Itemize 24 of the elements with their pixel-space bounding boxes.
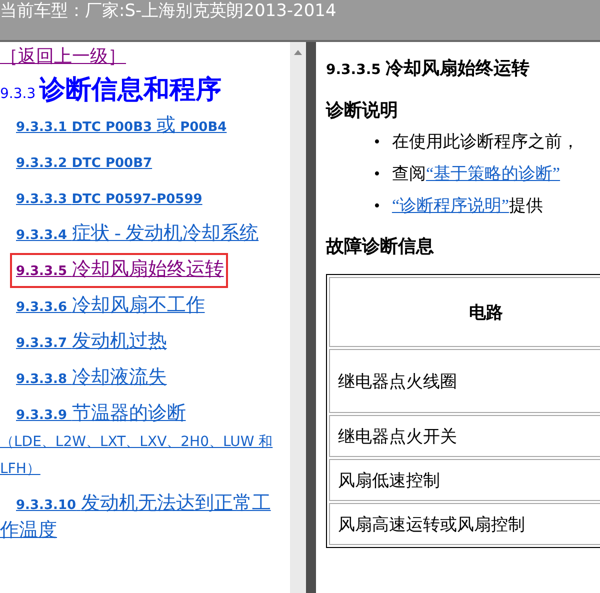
doc-link[interactable]: “诊断程序说明” [392, 196, 510, 215]
table-cell: 风扇高速运转或风扇控制 [329, 503, 600, 545]
table-cell: 风扇低速控制 [329, 459, 600, 501]
table-cell: 继电器点火开关 [329, 415, 600, 457]
bullet-marker: • [374, 131, 380, 153]
bullet-marker: • [374, 195, 380, 217]
scroll-up-icon[interactable] [294, 50, 302, 55]
bullet-marker: • [374, 163, 380, 185]
bullet-text: “诊断程序说明”提供 [392, 195, 544, 217]
window-title: 当前车型：厂家:S-上海别克英朗2013-2014 [0, 0, 336, 22]
nav-link[interactable]: 9.3.3.3 DTC P0597-P0599 [0, 185, 202, 212]
back-link[interactable]: ［返回上一级］ [0, 44, 126, 68]
table-header: 电路 [329, 277, 600, 347]
nav-link[interactable]: 9.3.3.1 DTC P00B3 或 P00B4 [0, 113, 227, 140]
bullet-text: 查阅“基于策略的诊断” [392, 163, 560, 185]
table-cell: 继电器点火线圈 [329, 349, 600, 413]
nav-link[interactable]: 9.3.3.2 DTC P00B7 [0, 149, 152, 176]
section-title: 故障诊断信息 [326, 235, 435, 258]
bullet-text: 在使用此诊断程序之前， [392, 131, 579, 153]
scrollbar[interactable] [290, 42, 306, 593]
section-heading: 9.3.3 诊断信息和程序 [0, 74, 223, 106]
doc-link[interactable]: “基于策略的诊断” [426, 164, 560, 183]
section-title: 诊断说明 [326, 99, 399, 122]
page-heading: 9.3.3.5 冷却风扇始终运转 [326, 57, 530, 80]
